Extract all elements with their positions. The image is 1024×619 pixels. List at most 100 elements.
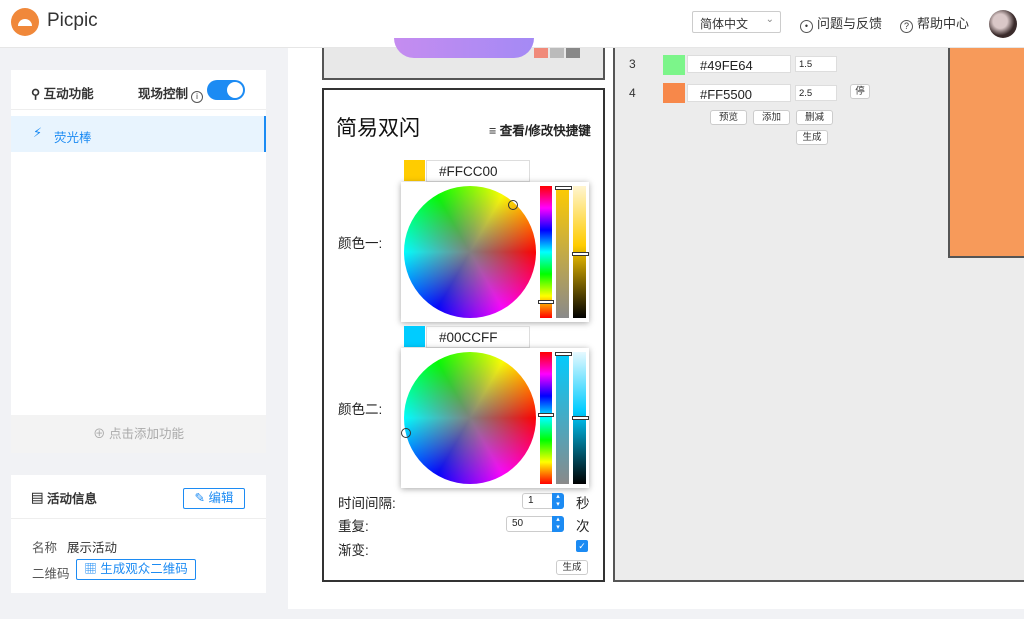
features-header: ⚲ 互动功能 现场控制 i	[11, 70, 266, 110]
activity-panel: ▤ 活动信息 ✎ 编辑 名称 展示活动 二维码 ▦ 生成观众二维码	[11, 475, 266, 593]
color1-label: 颜色一:	[338, 236, 383, 251]
color1-picker	[401, 182, 589, 322]
add-button[interactable]: 添加	[753, 110, 790, 125]
logo-icon	[11, 8, 39, 36]
color-swatch	[550, 48, 564, 58]
qr-label: 二维码	[32, 567, 70, 581]
edit-icon: ✎	[194, 491, 205, 505]
activity-title: ▤ 活动信息	[31, 488, 97, 507]
language-select[interactable]: 简体中文 ⌄	[692, 11, 781, 33]
features-title-text: 互动功能	[43, 87, 94, 101]
chat-bubble-icon: •	[800, 20, 813, 33]
color2-brightness-handle[interactable]	[572, 416, 589, 420]
repeat-label: 重复:	[338, 519, 369, 534]
document-icon: ▤	[31, 492, 44, 506]
row-duration-input[interactable]: 1.5	[795, 56, 837, 72]
repeat-value: 50	[512, 518, 524, 529]
qr-code-icon: ▦	[84, 562, 97, 576]
color2-label: 颜色二:	[338, 402, 383, 417]
color-preview-block	[948, 48, 1024, 258]
double-flash-card: 简易双闪 ≡ 查看/修改快捷键 颜色一: #FFCC00 颜色二: #00CCF…	[322, 88, 605, 582]
color1-swatch[interactable]	[404, 160, 425, 181]
activity-title-text: 活动信息	[47, 492, 98, 506]
list-index: 3	[629, 57, 636, 71]
color2-saturation-handle[interactable]	[555, 352, 572, 356]
color1-saturation-slider[interactable]	[555, 186, 572, 318]
live-control-text: 现场控制	[138, 87, 189, 101]
shortcut-link[interactable]: ≡ 查看/修改快捷键	[489, 120, 591, 139]
help-link[interactable]: ? 帮助中心	[900, 13, 969, 33]
delete-button[interactable]: 删减	[796, 110, 833, 125]
color2-wheel-knob[interactable]	[401, 428, 411, 438]
app-name: Picpic	[47, 10, 98, 31]
add-feature-button[interactable]: ⊕ 点击添加功能	[11, 415, 266, 453]
sequence-generate-button[interactable]: 生成	[796, 130, 828, 145]
help-label: 帮助中心	[917, 16, 970, 31]
plus-circle-icon: ⊕	[92, 427, 106, 441]
generate-button[interactable]: 生成	[556, 560, 588, 575]
generate-qr-button[interactable]: ▦ 生成观众二维码	[76, 559, 196, 580]
live-control-label: 现场控制 i	[138, 83, 204, 103]
color2-wheel[interactable]	[401, 352, 536, 484]
sequence-panel: 3 #49FE64 1.5 4 #FF5500 2.5 停 预览 添加 删减 生…	[613, 48, 1024, 582]
edit-label: 编辑	[208, 491, 234, 505]
interval-value: 1	[528, 495, 534, 506]
effect-title: 简易双闪	[336, 116, 420, 140]
generate-qr-label: 生成观众二维码	[100, 562, 188, 576]
add-feature-label: 点击添加功能	[108, 427, 184, 441]
color2-saturation-slider[interactable]	[555, 352, 572, 484]
activity-header: ▤ 活动信息 ✎ 编辑	[11, 475, 266, 519]
activity-name-label: 名称	[32, 541, 58, 555]
feedback-link[interactable]: • 问题与反馈	[800, 13, 882, 33]
color1-saturation-handle[interactable]	[555, 186, 572, 190]
color2-hue-slider[interactable]	[538, 352, 554, 484]
color1-hue-slider[interactable]	[538, 186, 554, 318]
interval-input[interactable]: 1 ▴ ▾	[522, 493, 564, 509]
color1-wheel-knob[interactable]	[508, 200, 518, 210]
interval-stepper[interactable]: ▴ ▾	[552, 493, 564, 509]
preview-button[interactable]: 预览	[710, 110, 747, 125]
row-hex-input[interactable]: #49FE64	[687, 55, 791, 73]
repeat-unit: 次	[576, 519, 590, 534]
color2-hue-handle[interactable]	[538, 413, 554, 417]
interval-label: 时间间隔:	[338, 496, 396, 511]
avatar[interactable]	[989, 10, 1017, 38]
info-icon[interactable]: i	[191, 91, 204, 103]
color1-hue-handle[interactable]	[538, 300, 554, 304]
stop-button[interactable]: 停	[850, 84, 870, 99]
color2-swatch[interactable]	[404, 326, 425, 347]
activity-name-value: 展示活动	[67, 541, 118, 555]
color1-hex-input[interactable]: #FFCC00	[426, 160, 530, 182]
gradient-label: 渐变:	[338, 543, 369, 558]
menu-icon: ≡	[489, 124, 497, 138]
sidebar-item-label: 荧光棒	[54, 131, 92, 145]
rocket-icon: ⚲	[31, 87, 41, 101]
color1-brightness-handle[interactable]	[572, 252, 589, 256]
color-swatch	[566, 48, 580, 58]
repeat-stepper[interactable]: ▴ ▾	[552, 516, 564, 532]
repeat-input[interactable]: 50 ▴ ▾	[506, 516, 564, 532]
row-duration-input[interactable]: 2.5	[795, 85, 837, 101]
previous-effect-card	[322, 38, 605, 80]
row-color-swatch[interactable]	[663, 55, 685, 75]
live-control-toggle[interactable]	[207, 80, 245, 100]
features-title: ⚲ 互动功能	[31, 83, 94, 102]
gradient-checkbox[interactable]: ✓	[576, 540, 588, 552]
chevron-down-icon: ⌄	[765, 14, 774, 25]
color-swatch	[534, 48, 548, 58]
color2-hex-input[interactable]: #00CCFF	[426, 326, 530, 348]
color2-brightness-slider[interactable]	[572, 352, 589, 484]
color1-wheel[interactable]	[404, 186, 536, 318]
interval-unit: 秒	[576, 496, 590, 511]
feedback-label: 问题与反馈	[817, 16, 883, 31]
sidebar-item-glowstick[interactable]: ⚡︎ 荧光棒	[11, 116, 266, 152]
list-index: 4	[629, 86, 636, 100]
activity-name-row: 名称 展示活动	[32, 537, 117, 556]
row-color-swatch[interactable]	[663, 83, 685, 103]
lightning-icon: ⚡︎	[33, 125, 43, 140]
shortcut-link-label: 查看/修改快捷键	[499, 124, 591, 138]
color1-brightness-slider[interactable]	[572, 186, 589, 318]
edit-button[interactable]: ✎ 编辑	[183, 488, 245, 509]
row-hex-input[interactable]: #FF5500	[687, 84, 791, 102]
color-wheel-preview	[394, 38, 534, 58]
